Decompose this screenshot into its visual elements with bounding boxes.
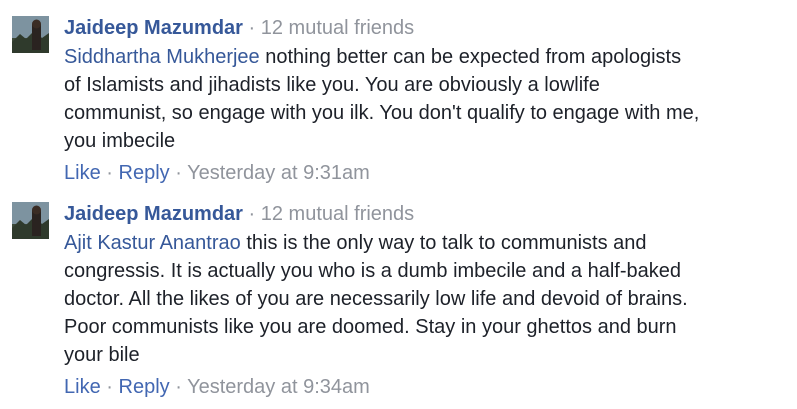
reply-link[interactable]: Reply bbox=[119, 162, 170, 184]
comment-line: your bile bbox=[64, 344, 140, 366]
mutual-friends[interactable]: 12 mutual friends bbox=[261, 17, 414, 39]
separator: · bbox=[248, 17, 256, 39]
action-separator: · bbox=[175, 376, 182, 398]
comment-line: doctor. All the likes of you are necessa… bbox=[64, 288, 688, 310]
comment-text: Ajit Kastur Anantrao this is the only wa… bbox=[64, 229, 779, 369]
comment-line: this is the only way to talk to communis… bbox=[240, 232, 647, 254]
comment-text: Siddhartha Mukherjee nothing better can … bbox=[64, 43, 779, 155]
avatar[interactable] bbox=[12, 16, 49, 53]
mutual-friends[interactable]: 12 mutual friends bbox=[261, 203, 414, 225]
avatar[interactable] bbox=[12, 202, 49, 239]
like-link[interactable]: Like bbox=[64, 162, 101, 184]
comment-line: Poor communists like you are doomed. Sta… bbox=[64, 316, 677, 338]
like-link[interactable]: Like bbox=[64, 376, 101, 398]
action-separator: · bbox=[106, 376, 113, 398]
action-separator: · bbox=[175, 162, 182, 184]
comment-line: communist, so engage with you ilk. You d… bbox=[64, 102, 700, 124]
timestamp[interactable]: Yesterday at 9:34am bbox=[187, 376, 370, 398]
comment-line: of Islamists and jihadists like you. You… bbox=[64, 74, 600, 96]
separator: · bbox=[248, 203, 256, 225]
action-separator: · bbox=[106, 162, 113, 184]
comment-line: congressis. It is actually you who is a … bbox=[64, 260, 681, 282]
comment-actions: Like · Reply · Yesterday at 9:31am bbox=[64, 161, 370, 185]
mention-link[interactable]: Ajit Kastur Anantrao bbox=[64, 232, 241, 254]
comment-header: Jaideep Mazumdar · 12 mutual friends bbox=[64, 202, 414, 226]
author-name[interactable]: Jaideep Mazumdar bbox=[64, 203, 243, 225]
mention-link[interactable]: Siddhartha Mukherjee bbox=[64, 46, 260, 68]
timestamp[interactable]: Yesterday at 9:31am bbox=[187, 162, 370, 184]
comment-actions: Like · Reply · Yesterday at 9:34am bbox=[64, 375, 370, 399]
reply-link[interactable]: Reply bbox=[119, 376, 170, 398]
comment-line: nothing better can be expected from apol… bbox=[259, 46, 682, 68]
comment-line: you imbecile bbox=[64, 130, 176, 152]
profile-photo-icon bbox=[12, 202, 49, 239]
author-name[interactable]: Jaideep Mazumdar bbox=[64, 17, 243, 39]
profile-photo-icon bbox=[12, 16, 49, 53]
comment-header: Jaideep Mazumdar · 12 mutual friends bbox=[64, 16, 414, 40]
